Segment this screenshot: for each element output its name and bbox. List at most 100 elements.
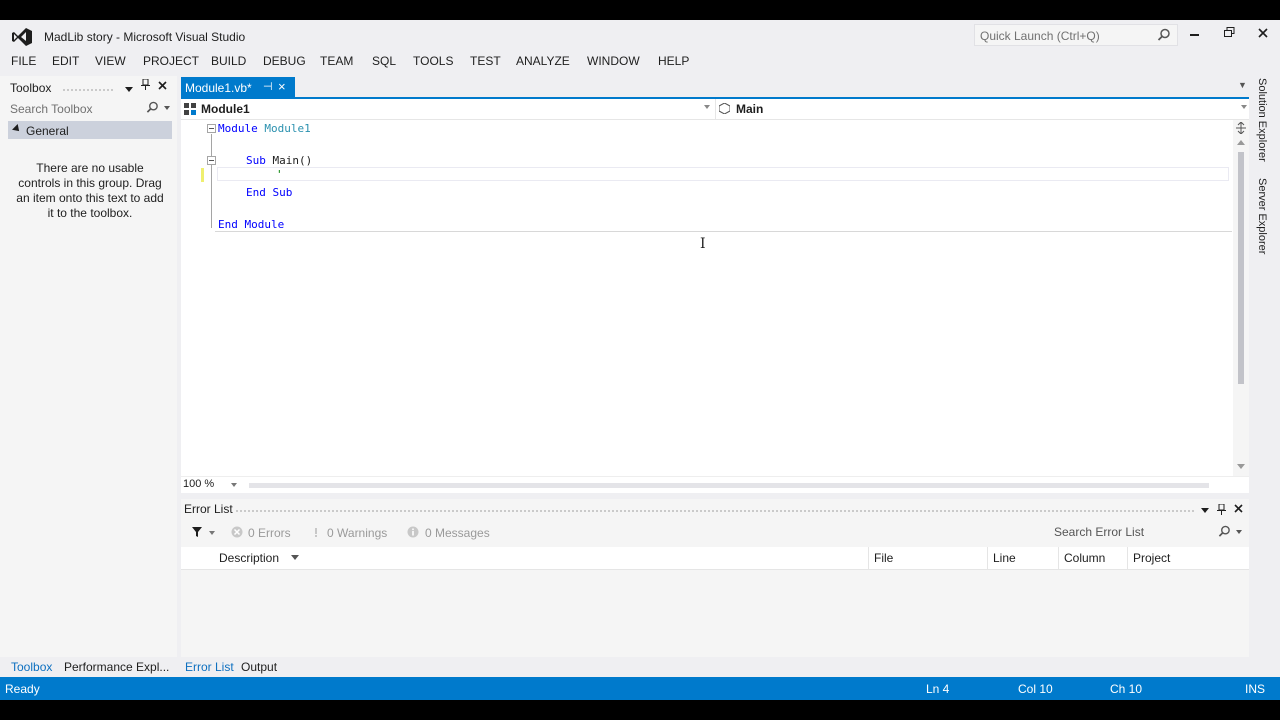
member-dropdown[interactable]: Main xyxy=(715,99,1250,119)
bottom-tab-output[interactable]: Output xyxy=(241,660,277,674)
toolbox-empty-message[interactable]: There are no usable controls in this gro… xyxy=(14,161,166,221)
column-line[interactable]: Line xyxy=(987,547,1058,569)
type-dropdown[interactable]: Module1 xyxy=(181,99,714,119)
module-icon xyxy=(184,103,196,115)
close-icon[interactable] xyxy=(1234,504,1243,513)
warning-icon xyxy=(315,528,317,537)
menu-test[interactable]: TEST xyxy=(470,54,501,68)
menu-edit[interactable]: EDIT xyxy=(52,54,79,68)
close-window-button[interactable] xyxy=(1251,26,1275,44)
minimize-button[interactable] xyxy=(1183,26,1207,44)
scroll-up-icon[interactable] xyxy=(1237,140,1245,145)
vs-window: MadLib story - Microsoft Visual Studio Q… xyxy=(0,20,1280,700)
chevron-down-icon xyxy=(1241,105,1247,109)
error-list-search-placeholder: Search Error List xyxy=(1054,525,1145,539)
tab-label: Module1.vb* xyxy=(185,81,252,95)
current-line-highlight xyxy=(217,167,1229,181)
change-indicator xyxy=(201,168,204,182)
toolbox-search-input[interactable]: Search Toolbox xyxy=(4,98,173,118)
status-char: Ch 10 xyxy=(1110,682,1143,696)
expanded-arrow-icon xyxy=(12,124,22,134)
status-text: Ready xyxy=(5,682,40,696)
code-line-5[interactable]: End Module xyxy=(218,218,284,231)
menu-project[interactable]: PROJECT xyxy=(143,54,199,68)
messages-filter-button[interactable]: 0 Messages xyxy=(425,526,490,540)
scroll-down-icon[interactable] xyxy=(1237,464,1245,469)
split-icon[interactable] xyxy=(1236,122,1246,134)
filter-icon[interactable] xyxy=(192,527,202,537)
menu-sql[interactable]: SQL xyxy=(372,54,396,68)
error-list-body xyxy=(181,570,1249,657)
column-description[interactable]: Description xyxy=(214,547,867,569)
chevron-down-icon[interactable] xyxy=(209,531,215,535)
tab-module1[interactable]: Module1.vb* ⊣ × xyxy=(181,77,295,97)
menu-tools[interactable]: TOOLS xyxy=(413,54,453,68)
column-file[interactable]: File xyxy=(868,547,988,569)
restore-button[interactable] xyxy=(1217,26,1241,44)
code-editor[interactable]: Module Module1 Sub Main() ' End Sub End … xyxy=(181,120,1249,476)
error-list-search-input[interactable]: Search Error List xyxy=(1049,523,1247,541)
side-tab-solution-explorer[interactable]: Solution Explorer xyxy=(1256,78,1268,162)
menu-team[interactable]: TEAM xyxy=(320,54,353,68)
menu-help[interactable]: HELP xyxy=(658,54,689,68)
editor-vertical-scrollbar[interactable] xyxy=(1233,120,1249,476)
status-line: Ln 4 xyxy=(926,682,950,696)
minimize-icon xyxy=(1190,34,1199,36)
column-label: Column xyxy=(1064,551,1106,565)
toolbox-pin-button[interactable] xyxy=(141,78,150,93)
bottom-tab-performance-explorer[interactable]: Performance Expl... xyxy=(64,660,169,674)
menu-build[interactable]: BUILD xyxy=(211,54,246,68)
menu-window[interactable]: WINDOW xyxy=(587,54,640,68)
chevron-down-icon xyxy=(1236,530,1242,534)
column-project[interactable]: Project xyxy=(1127,547,1248,569)
code-line-3[interactable]: ' xyxy=(276,168,283,181)
fold-guide xyxy=(211,134,212,228)
code-line-2[interactable]: Sub Main() xyxy=(246,154,312,167)
column-label: File xyxy=(874,551,894,565)
code-keyword: Sub xyxy=(246,154,266,167)
collapse-icon[interactable] xyxy=(207,124,216,133)
quick-launch-input[interactable]: Quick Launch (Ctrl+Q) xyxy=(974,24,1178,46)
menu-file[interactable]: FILE xyxy=(11,54,36,68)
bottom-tab-toolbox[interactable]: Toolbox xyxy=(11,660,52,674)
menu-debug[interactable]: DEBUG xyxy=(263,54,306,68)
chevron-down-icon[interactable] xyxy=(231,483,237,487)
error-list-drag-grip[interactable] xyxy=(235,509,1195,513)
toolbox-search-placeholder: Search Toolbox xyxy=(10,102,93,116)
chevron-down-icon[interactable] xyxy=(1201,508,1209,514)
side-tab-server-explorer[interactable]: Server Explorer xyxy=(1256,178,1268,254)
scrollbar-thumb[interactable] xyxy=(249,483,1209,488)
navigation-bar: Module1 Main xyxy=(181,99,1249,120)
code-line-4[interactable]: End Sub xyxy=(246,186,292,199)
scrollbar-thumb[interactable] xyxy=(1238,152,1244,384)
error-list-header: Description File Line Column Project xyxy=(181,547,1249,570)
tab-overflow-icon[interactable]: ▼ xyxy=(1238,80,1247,90)
tab-close-icon[interactable]: × xyxy=(278,79,286,94)
info-icon xyxy=(407,526,419,538)
column-column[interactable]: Column xyxy=(1058,547,1128,569)
sort-arrow-icon xyxy=(291,555,299,560)
code-line-1[interactable]: Module Module1 xyxy=(218,122,311,135)
toolbox-drag-grip[interactable] xyxy=(62,88,114,92)
toolbox-dropdown-button[interactable] xyxy=(125,82,133,96)
close-icon xyxy=(1258,28,1268,38)
editor-horizontal-scrollbar[interactable]: 100 % xyxy=(181,476,1249,493)
toolbox-group-general[interactable]: General xyxy=(8,121,172,139)
menu-bar: FILE EDIT VIEW PROJECT BUILD DEBUG TEAM … xyxy=(0,50,1280,72)
tab-pin-icon[interactable]: ⊣ xyxy=(263,80,273,93)
menu-view[interactable]: VIEW xyxy=(95,54,126,68)
error-icon xyxy=(231,526,243,538)
bottom-tab-error-list[interactable]: Error List xyxy=(185,660,234,674)
error-list-panel: Error List 0 Errors 0 Warnings 0 Message… xyxy=(181,499,1249,657)
restore-icon xyxy=(1223,27,1234,37)
close-icon xyxy=(158,81,167,90)
menu-analyze[interactable]: ANALYZE xyxy=(516,54,570,68)
column-label: Line xyxy=(993,551,1016,565)
status-column: Col 10 xyxy=(1018,682,1053,696)
errors-filter-button[interactable]: 0 Errors xyxy=(248,526,291,540)
zoom-level[interactable]: 100 % xyxy=(183,478,214,490)
warnings-filter-button[interactable]: 0 Warnings xyxy=(327,526,387,540)
toolbox-close-button[interactable] xyxy=(158,79,167,93)
collapse-icon[interactable] xyxy=(207,156,216,165)
pin-icon[interactable] xyxy=(1217,504,1226,515)
